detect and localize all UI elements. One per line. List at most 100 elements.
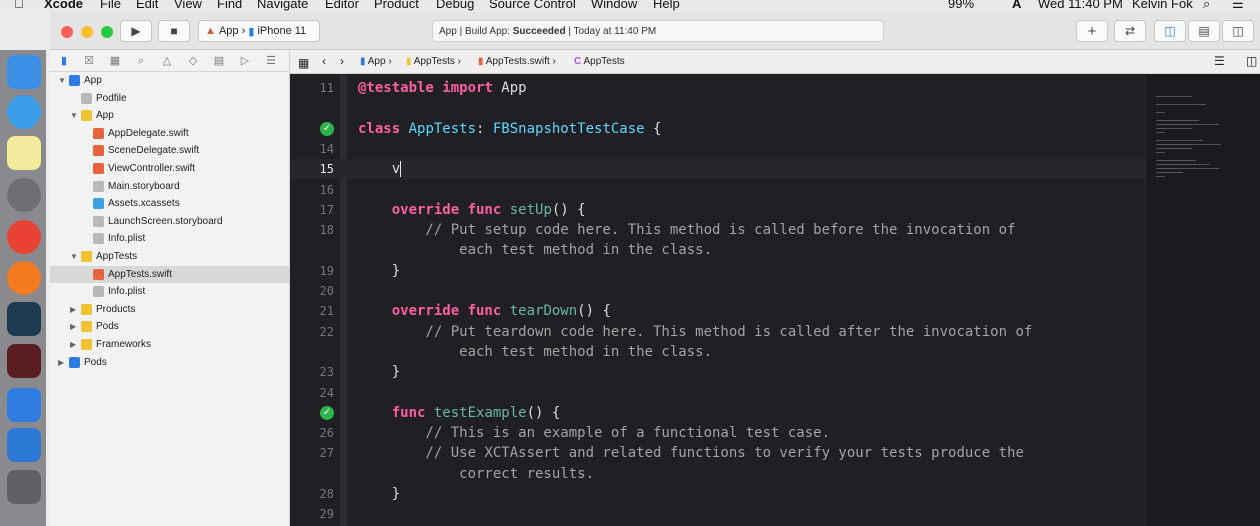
spotlight-icon[interactable]: ⌕ bbox=[1203, 0, 1210, 12]
code-line[interactable]: correct results. bbox=[290, 464, 1145, 484]
code-line[interactable]: 24 bbox=[290, 383, 1145, 403]
code-line[interactable]: 26 // This is an example of a functional… bbox=[290, 423, 1145, 443]
disk-utility-icon[interactable] bbox=[7, 470, 41, 504]
code-line[interactable]: 17 override func setUp() { bbox=[290, 200, 1145, 220]
source-editor[interactable]: 11 @testable import App ✓ class AppTests: F… bbox=[290, 74, 1145, 526]
menu-find[interactable]: Find bbox=[217, 0, 242, 11]
code-line[interactable]: 18 // Put setup code here. This method i… bbox=[290, 220, 1145, 240]
menu-navigate[interactable]: Navigate bbox=[257, 0, 308, 11]
file-tree-row[interactable]: ▼ App bbox=[50, 107, 289, 125]
navigator-toggle-button[interactable]: ◫ bbox=[1154, 20, 1186, 42]
scheme-selector[interactable]: ▲ App › ▮ iPhone 11 bbox=[198, 20, 320, 42]
file-tree-row[interactable]: Assets.xcassets bbox=[50, 195, 289, 213]
file-tree-row[interactable]: ▶ Pods bbox=[50, 354, 289, 372]
menu-edit[interactable]: Edit bbox=[136, 0, 158, 11]
breakpoint-icon[interactable]: ▷ bbox=[238, 54, 252, 68]
sourcetree-icon[interactable] bbox=[7, 302, 41, 336]
system-preferences-icon[interactable] bbox=[7, 178, 41, 212]
breadcrumb-project[interactable]: ▮ App › bbox=[360, 56, 392, 67]
library-button[interactable]: + bbox=[1076, 20, 1108, 42]
file-tree-row[interactable]: ▼ App bbox=[50, 72, 289, 90]
file-tree-row[interactable]: Info.plist bbox=[50, 283, 289, 301]
breadcrumb-symbol[interactable]: C AppTests bbox=[574, 56, 625, 67]
code-line[interactable]: 20 bbox=[290, 281, 1145, 301]
minimap[interactable] bbox=[1145, 74, 1260, 526]
stop-button[interactable]: ■ bbox=[158, 20, 190, 42]
breadcrumb-file[interactable]: ▮ AppTests.swift › bbox=[478, 56, 556, 67]
file-tree-row[interactable]: LaunchScreen.storyboard bbox=[50, 213, 289, 231]
back-icon[interactable]: ‹ bbox=[322, 54, 326, 68]
code-line[interactable]: 16 bbox=[290, 180, 1145, 200]
issue-icon[interactable]: △ bbox=[160, 54, 174, 68]
notes-icon[interactable] bbox=[7, 136, 41, 170]
apple-icon[interactable]:  bbox=[14, 0, 24, 11]
menu-editor[interactable]: Editor bbox=[325, 0, 359, 11]
file-tree-row[interactable]: Podfile bbox=[50, 90, 289, 108]
menu-help[interactable]: Help bbox=[653, 0, 680, 11]
menu-user[interactable]: Kelvin Fok bbox=[1132, 0, 1193, 11]
checkmark-diamond-icon[interactable]: ✓ bbox=[320, 405, 334, 420]
file-tree-row[interactable]: ▶ Products bbox=[50, 301, 289, 319]
folder-icon[interactable]: ▮ bbox=[57, 54, 71, 68]
checkmark-diamond-icon[interactable]: ✓ bbox=[320, 121, 334, 136]
input-source-indicator[interactable]: A bbox=[1012, 0, 1021, 11]
disclosure-open-icon[interactable]: ▼ bbox=[70, 111, 78, 120]
menu-source-control[interactable]: Source Control bbox=[489, 0, 576, 11]
code-line[interactable]: 23 } bbox=[290, 362, 1145, 382]
safari-icon[interactable] bbox=[7, 95, 41, 129]
file-tree-row[interactable]: ▼ AppTests bbox=[50, 248, 289, 266]
file-tree-row[interactable]: SceneDelegate.swift bbox=[50, 142, 289, 160]
file-tree-row[interactable]: ▶ Frameworks bbox=[50, 336, 289, 354]
disclosure-open-icon[interactable]: ▼ bbox=[58, 76, 66, 85]
simulator-icon[interactable] bbox=[7, 388, 41, 422]
menu-clock[interactable]: Wed 11:40 PM bbox=[1038, 0, 1123, 11]
code-line[interactable]: 21 override func tearDown() { bbox=[290, 301, 1145, 321]
minimize-window-button[interactable] bbox=[81, 26, 93, 38]
code-review-button[interactable]: ⇄ bbox=[1114, 20, 1146, 42]
code-line[interactable]: 19 } bbox=[290, 261, 1145, 281]
zoom-window-button[interactable] bbox=[101, 26, 113, 38]
find-icon[interactable]: ⌕ bbox=[134, 54, 148, 68]
menu-window[interactable]: Window bbox=[591, 0, 637, 11]
code-line[interactable]: 29 bbox=[290, 504, 1145, 524]
file-tree-row[interactable]: Info.plist bbox=[50, 230, 289, 248]
code-line[interactable]: 14 bbox=[290, 139, 1145, 159]
source-control-icon[interactable]: ☒ bbox=[82, 54, 96, 68]
debug-icon[interactable]: ▤ bbox=[212, 54, 226, 68]
code-line[interactable] bbox=[290, 98, 1145, 118]
firefox-icon[interactable] bbox=[7, 261, 41, 295]
file-tree-row[interactable]: ViewController.swift bbox=[50, 160, 289, 178]
code-line[interactable]: 11 @testable import App bbox=[290, 78, 1145, 98]
close-window-button[interactable] bbox=[61, 26, 73, 38]
code-line[interactable]: 27 // Use XCTAssert and related function… bbox=[290, 443, 1145, 463]
code-line[interactable]: 22 // Put teardown code here. This metho… bbox=[290, 322, 1145, 342]
menu-debug[interactable]: Debug bbox=[436, 0, 474, 11]
code-line[interactable]: 15 v bbox=[290, 159, 1145, 180]
add-editor-icon[interactable]: ◫ bbox=[1246, 54, 1257, 68]
code-line[interactable]: each test method in the class. bbox=[290, 342, 1145, 362]
report-icon[interactable]: ☰ bbox=[264, 54, 278, 68]
related-items-icon[interactable]: ▦ bbox=[298, 56, 309, 70]
code-line[interactable]: 28 } bbox=[290, 484, 1145, 504]
test-icon[interactable]: ◇ bbox=[186, 54, 200, 68]
chrome-icon[interactable] bbox=[7, 220, 41, 254]
app-launcher-icon[interactable] bbox=[7, 344, 41, 378]
menu-app-name[interactable]: Xcode bbox=[44, 0, 83, 11]
disclosure-closed-icon[interactable]: ▶ bbox=[58, 358, 66, 367]
file-tree-row[interactable]: AppDelegate.swift bbox=[50, 125, 289, 143]
menu-file[interactable]: File bbox=[100, 0, 121, 11]
run-button[interactable]: ▶ bbox=[120, 20, 152, 42]
disclosure-closed-icon[interactable]: ▶ bbox=[70, 305, 78, 314]
symbol-icon[interactable]: ▦ bbox=[108, 54, 122, 68]
finder-icon[interactable] bbox=[7, 55, 41, 89]
file-tree-row[interactable]: Main.storyboard bbox=[50, 178, 289, 196]
editor-options-icon[interactable]: ☰ bbox=[1214, 54, 1225, 68]
battery-percent[interactable]: 99% bbox=[948, 0, 974, 11]
debug-area-toggle-button[interactable]: ▤ bbox=[1188, 20, 1220, 42]
menu-view[interactable]: View bbox=[174, 0, 202, 11]
disclosure-open-icon[interactable]: ▼ bbox=[70, 252, 78, 261]
xcode-icon[interactable] bbox=[7, 428, 41, 462]
menu-product[interactable]: Product bbox=[374, 0, 419, 11]
disclosure-closed-icon[interactable]: ▶ bbox=[70, 322, 78, 331]
notification-center-icon[interactable]: ☰ bbox=[1232, 0, 1244, 12]
